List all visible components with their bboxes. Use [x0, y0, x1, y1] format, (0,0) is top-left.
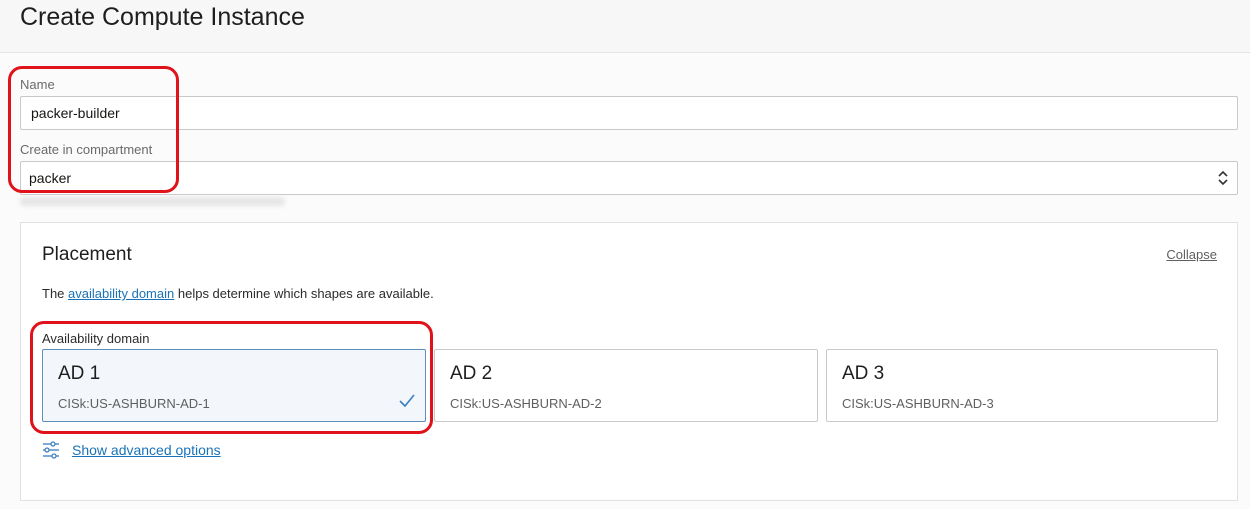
- show-advanced-options-link[interactable]: Show advanced options: [72, 442, 221, 458]
- availability-domain-link[interactable]: availability domain: [68, 286, 174, 301]
- chevron-up-down-icon: [1218, 170, 1228, 186]
- name-input[interactable]: packer-builder: [20, 96, 1238, 130]
- compartment-select[interactable]: packer: [20, 161, 1238, 195]
- ad-card-ad1[interactable]: AD 1 CISk:US-ASHBURN-AD-1: [42, 349, 426, 422]
- ad-id: CISk:US-ASHBURN-AD-2: [450, 396, 602, 411]
- ad-id: CISk:US-ASHBURN-AD-3: [842, 396, 994, 411]
- help-text-suffix: helps determine which shapes are availab…: [174, 286, 434, 301]
- collapse-link[interactable]: Collapse: [1166, 247, 1217, 262]
- ad-name: AD 3: [842, 363, 885, 384]
- sliders-icon[interactable]: [42, 441, 60, 459]
- ad-id: CISk:US-ASHBURN-AD-1: [58, 396, 210, 411]
- help-text-prefix: The: [42, 286, 69, 301]
- page-title: Create Compute Instance: [20, 3, 305, 31]
- compartment-label: Create in compartment: [20, 142, 153, 157]
- page-header: Create Compute Instance: [0, 0, 1250, 53]
- placement-title: Placement: [42, 244, 132, 265]
- ad-card-ad3[interactable]: AD 3 CISk:US-ASHBURN-AD-3: [826, 349, 1218, 422]
- placement-section: Placement Collapse The availability doma…: [20, 222, 1238, 501]
- name-label: Name: [20, 77, 55, 92]
- name-input-value: packer-builder: [31, 105, 120, 121]
- ad-name: AD 2: [450, 363, 493, 384]
- ad-name: AD 1: [58, 363, 101, 384]
- compartment-path-redacted: [20, 197, 285, 206]
- compartment-select-value: packer: [29, 170, 72, 186]
- ad-card-ad2[interactable]: AD 2 CISk:US-ASHBURN-AD-2: [434, 349, 818, 422]
- availability-domain-label: Availability domain: [42, 331, 150, 346]
- placement-help-text: The availability domain helps determine …: [42, 286, 434, 301]
- checkmark-icon: [399, 394, 415, 408]
